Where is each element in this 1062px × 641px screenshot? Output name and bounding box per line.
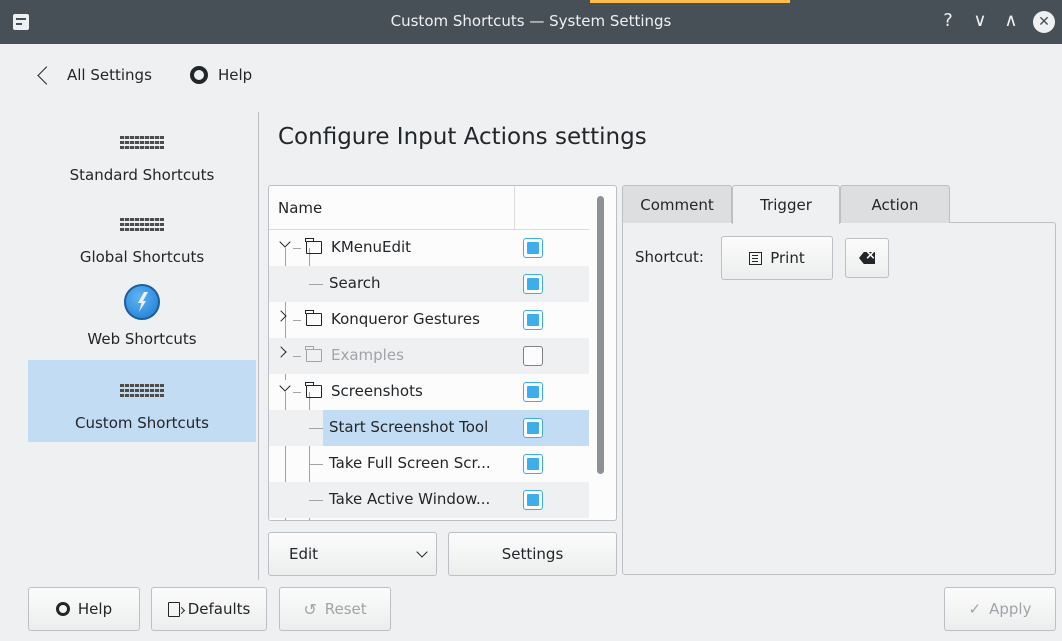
enabled-checkbox[interactable] — [523, 310, 543, 330]
keyboard-icon — [120, 130, 164, 158]
sidebar-item-label: Web Shortcuts — [87, 330, 197, 348]
expand-arrow-icon[interactable] — [279, 380, 291, 392]
tree-row-label: Take Full Screen Scr... — [329, 454, 491, 472]
sidebar-item-global-shortcuts[interactable]: Global Shortcuts — [28, 194, 256, 276]
titlebar-accent — [590, 0, 790, 3]
tree-row-search[interactable]: Search — [269, 266, 589, 302]
collapsed-arrow-icon[interactable] — [275, 346, 287, 358]
keyboard-icon — [120, 212, 164, 240]
tree-row-label: Take Active Window... — [329, 490, 491, 508]
apply-button[interactable]: ✓ Apply — [944, 587, 1056, 631]
enabled-checkbox[interactable] — [523, 382, 543, 402]
chevron-down-icon — [416, 546, 428, 558]
window-title: Custom Shortcuts — System Settings — [390, 12, 672, 30]
tab-action[interactable]: Action — [840, 185, 950, 223]
folder-icon — [305, 346, 322, 362]
tree-scrollbar[interactable] — [597, 196, 604, 474]
help-button-label: Help — [77, 600, 113, 618]
shortcut-label: Shortcut: — [635, 248, 704, 266]
reset-button[interactable]: ↺ Reset — [279, 587, 391, 631]
edit-button-label: Edit — [289, 545, 319, 563]
reset-icon: ↺ — [303, 599, 317, 619]
checkmark-icon: ✓ — [968, 600, 982, 618]
expand-arrow-icon[interactable] — [279, 236, 291, 248]
keyboard-shortcut-icon — [749, 251, 763, 265]
tree-row-take-active-window[interactable]: Take Active Window... — [269, 482, 589, 518]
enabled-checkbox[interactable] — [523, 454, 543, 474]
settings-button-label: Settings — [501, 545, 564, 563]
maximize-button[interactable]: ∧ — [999, 9, 1023, 33]
tree-row-label: Konqueror Gestures — [331, 310, 480, 328]
folder-icon — [305, 238, 322, 254]
help-icon — [55, 602, 70, 616]
tree-row-start-screenshot-tool[interactable]: Start Screenshot Tool — [269, 410, 589, 446]
sidebar-item-web-shortcuts[interactable]: Web Shortcuts — [28, 276, 256, 358]
actions-tree[interactable]: Name KMenuEdit Search Konqueror Gestures… — [268, 185, 617, 521]
help-icon — [190, 66, 208, 84]
tree-row-konqueror-gestures[interactable]: Konqueror Gestures — [269, 302, 589, 338]
help-button[interactable]: Help — [28, 587, 140, 631]
column-header-name[interactable]: Name — [278, 199, 322, 217]
sidebar-item-custom-shortcuts[interactable]: Custom Shortcuts — [28, 360, 256, 442]
enabled-checkbox[interactable] — [523, 346, 543, 366]
all-settings-button[interactable]: All Settings — [34, 62, 152, 88]
folder-icon — [305, 382, 322, 398]
toolbar: All Settings Help — [0, 44, 1062, 106]
toolbar-help-button[interactable]: Help — [190, 62, 252, 88]
window-titlebar[interactable]: Custom Shortcuts — System Settings ? ∨ ∧… — [0, 0, 1062, 44]
shortcut-key-button[interactable]: Print — [721, 236, 833, 280]
folder-icon — [305, 310, 322, 326]
tree-row-label: KMenuEdit — [331, 238, 412, 256]
close-button[interactable]: ✕ — [1033, 11, 1055, 33]
reset-button-label: Reset — [324, 600, 367, 618]
sidebar: Standard Shortcuts Global Shortcuts Web … — [28, 112, 256, 580]
tab-comment[interactable]: Comment — [622, 185, 732, 223]
enabled-checkbox[interactable] — [523, 274, 543, 294]
tree-row-screenshots[interactable]: Screenshots — [269, 374, 589, 410]
sidebar-item-label: Global Shortcuts — [79, 248, 205, 266]
sidebar-item-label: Custom Shortcuts — [75, 414, 209, 432]
tree-row-take-full-screen[interactable]: Take Full Screen Scr... — [269, 446, 589, 482]
tree-row-label: Screenshots — [331, 382, 423, 400]
tree-row-label: Search — [329, 274, 381, 292]
tree-row-label: Start Screenshot Tool — [329, 418, 489, 436]
toolbar-help-label: Help — [218, 66, 253, 84]
defaults-icon — [167, 601, 180, 617]
enabled-checkbox[interactable] — [523, 418, 543, 438]
enabled-checkbox[interactable] — [523, 238, 543, 258]
globe-icon — [124, 284, 160, 320]
tree-row-kmenuedit[interactable]: KMenuEdit — [269, 230, 589, 266]
clear-backspace-icon — [859, 252, 875, 264]
defaults-button-label: Defaults — [187, 600, 251, 618]
clear-shortcut-button[interactable] — [845, 238, 889, 278]
apply-button-label: Apply — [989, 600, 1032, 618]
all-settings-label: All Settings — [67, 66, 152, 84]
settings-button[interactable]: Settings — [448, 532, 617, 576]
edit-menu-button[interactable]: Edit — [268, 532, 437, 576]
sidebar-divider — [258, 112, 259, 580]
tab-trigger[interactable]: Trigger — [732, 185, 840, 224]
shortcut-value: Print — [770, 249, 805, 267]
collapsed-arrow-icon[interactable] — [275, 310, 287, 322]
defaults-button[interactable]: Defaults — [151, 587, 267, 631]
sidebar-item-standard-shortcuts[interactable]: Standard Shortcuts — [28, 112, 256, 194]
tree-header: Name — [269, 186, 589, 230]
back-arrow-icon — [37, 65, 56, 85]
tree-row-examples[interactable]: Examples — [269, 338, 589, 374]
trigger-tab-panel: Shortcut: Print — [622, 222, 1056, 575]
keyboard-icon — [120, 378, 164, 406]
enabled-checkbox[interactable] — [523, 490, 543, 510]
tree-row-label: Examples — [331, 346, 404, 364]
column-divider — [514, 186, 515, 230]
minimize-button[interactable]: ∨ — [968, 9, 992, 33]
context-help-button[interactable]: ? — [936, 9, 960, 33]
page-title: Configure Input Actions settings — [278, 124, 647, 150]
sidebar-item-label: Standard Shortcuts — [69, 166, 215, 184]
